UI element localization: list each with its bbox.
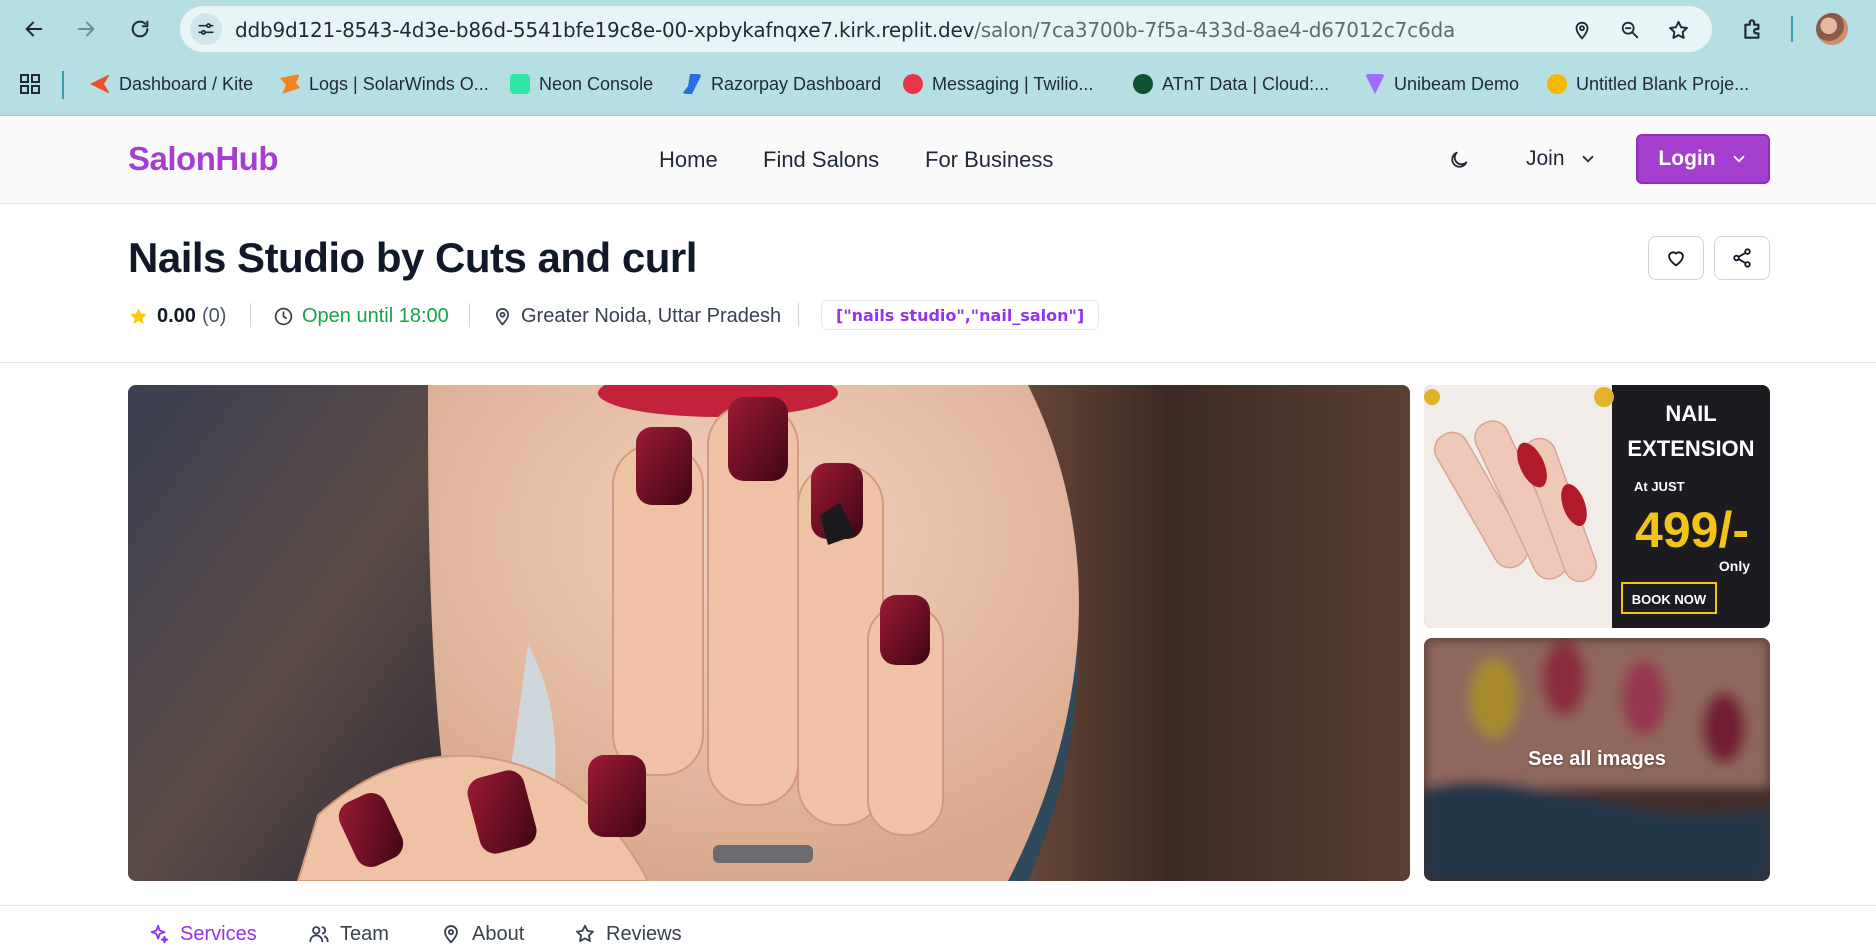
location-pin-icon[interactable] <box>1570 18 1594 42</box>
url-text[interactable]: ddb9d121-8543-4d3e-b86d-5541bfe19c8e-00-… <box>235 18 1455 42</box>
map-pin-icon <box>444 925 458 944</box>
tab-about[interactable]: About <box>440 920 524 948</box>
chevron-down-icon <box>1733 155 1744 163</box>
salon-main-photo[interactable] <box>128 385 1410 881</box>
share-icon <box>1733 248 1751 268</box>
kite-icon <box>90 74 110 94</box>
salon-promo-photo[interactable]: NAIL EXTENSION At JUST 499/- Only BOOK N… <box>1424 385 1770 628</box>
razorpay-icon <box>682 74 702 94</box>
meta-divider <box>250 303 251 327</box>
promo-price-suffix: Only <box>1719 558 1750 574</box>
twilio-icon <box>903 74 923 94</box>
bookmark-unibeam[interactable]: Unibeam Demo <box>1365 70 1519 98</box>
bookmark-label: Razorpay Dashboard <box>711 73 882 94</box>
back-icon[interactable] <box>18 13 50 45</box>
join-dropdown[interactable]: Join <box>1526 147 1597 171</box>
bookmark-label: Untitled Blank Proje... <box>1576 73 1750 94</box>
address-bar[interactable]: ddb9d121-8543-4d3e-b86d-5541bfe19c8e-00-… <box>180 6 1712 52</box>
bookmark-label: Unibeam Demo <box>1394 73 1520 94</box>
salon-location: Greater Noida, Uttar Pradesh <box>492 302 781 330</box>
location-text: Greater Noida, Uttar Pradesh <box>521 304 782 327</box>
bookmark-label: Dashboard / Kite <box>119 73 254 94</box>
tab-reviews[interactable]: Reviews <box>574 920 682 948</box>
star-icon <box>130 307 147 324</box>
bookmark-untitled-project[interactable]: Untitled Blank Proje... <box>1547 70 1749 98</box>
star-icon <box>576 924 594 942</box>
theme-toggle-moon-icon[interactable] <box>1444 145 1474 175</box>
bookmark-kite[interactable]: Dashboard / Kite <box>90 70 253 98</box>
rating: 0.00 (0) <box>128 302 226 330</box>
url-host: ddb9d121-8543-4d3e-b86d-5541bfe19c8e-00-… <box>235 18 975 42</box>
tab-services[interactable]: Services <box>148 920 257 948</box>
brand-logo[interactable]: SalonHub <box>128 140 279 178</box>
zoom-icon[interactable] <box>1618 18 1642 42</box>
rating-value: 0.00 <box>157 304 196 327</box>
bookmark-label: Logs | SolarWinds O... <box>309 73 489 94</box>
login-button[interactable]: Login <box>1636 134 1770 184</box>
meta-divider <box>798 303 799 327</box>
see-all-images-tile[interactable]: See all images <box>1424 638 1770 881</box>
sparkles-icon <box>150 924 169 944</box>
favorite-button[interactable] <box>1648 236 1704 280</box>
tab-team-label: Team <box>340 922 389 945</box>
users-icon <box>309 926 329 943</box>
bookmark-solarwinds[interactable]: Logs | SolarWinds O... <box>280 70 489 98</box>
reload-icon[interactable] <box>124 13 156 45</box>
bookmark-razorpay[interactable]: Razorpay Dashboard <box>682 70 881 98</box>
chevron-down-icon <box>1582 155 1593 163</box>
share-button[interactable] <box>1714 236 1770 280</box>
bookmarks-divider <box>62 71 64 99</box>
map-pin-icon <box>495 307 510 326</box>
toolbar-divider <box>1791 16 1793 42</box>
join-label: Join <box>1526 147 1565 170</box>
salon-title: Nails Studio by Cuts and curl <box>128 234 697 281</box>
neon-icon <box>510 74 530 94</box>
bookmark-label: Messaging | Twilio... <box>932 73 1094 94</box>
bookmark-neon[interactable]: Neon Console <box>510 70 653 98</box>
see-all-images-label: See all images <box>1528 748 1666 770</box>
tab-reviews-label: Reviews <box>606 922 682 945</box>
heart-icon <box>1668 251 1684 267</box>
nav-find-salons[interactable]: Find Salons <box>763 147 879 173</box>
nav-for-business[interactable]: For Business <box>925 147 1053 173</box>
tab-about-label: About <box>472 922 525 945</box>
forward-icon[interactable] <box>70 13 102 45</box>
section-divider <box>0 362 1876 363</box>
star-bookmark-icon[interactable] <box>1666 18 1690 42</box>
promo-title-line1: NAIL <box>1665 401 1716 426</box>
promo-subtitle: At JUST <box>1634 479 1685 494</box>
tabs-divider <box>0 905 1876 906</box>
mongodb-icon <box>1133 74 1153 94</box>
nav-home[interactable]: Home <box>659 147 718 173</box>
bookmark-favicon-yellow <box>1547 74 1567 94</box>
solarwinds-icon <box>280 74 300 94</box>
profile-avatar[interactable] <box>1816 13 1848 45</box>
bookmark-twilio[interactable]: Messaging | Twilio... <box>903 70 1093 98</box>
promo-cta: BOOK NOW <box>1632 592 1707 607</box>
bookmark-label: ATnT Data | Cloud:... <box>1162 73 1330 94</box>
review-count: (0) <box>201 304 227 327</box>
meta-divider <box>469 303 470 327</box>
promo-price: 499/- <box>1635 502 1749 558</box>
clock-icon <box>274 307 293 325</box>
extensions-icon[interactable] <box>1738 14 1768 44</box>
bookmark-label: Neon Console <box>539 73 654 94</box>
open-status: Open until 18:00 <box>302 304 449 327</box>
site-info-icon[interactable] <box>190 13 222 45</box>
bookmark-atnt-data[interactable]: ATnT Data | Cloud:... <box>1133 70 1329 98</box>
url-path: /salon/7ca3700b-7f5a-433d-8ae4-d67012c7c… <box>974 18 1456 42</box>
login-label: Login <box>1658 147 1716 170</box>
category-tag: ["nails studio","nail_salon"] <box>821 300 1100 330</box>
tab-services-label: Services <box>180 922 257 945</box>
opening-hours: Open until 18:00 <box>273 302 449 330</box>
tab-team[interactable]: Team <box>308 920 389 948</box>
promo-title-line2: EXTENSION <box>1627 436 1754 461</box>
vite-icon <box>1365 74 1385 94</box>
apps-grid-icon[interactable] <box>18 72 42 96</box>
